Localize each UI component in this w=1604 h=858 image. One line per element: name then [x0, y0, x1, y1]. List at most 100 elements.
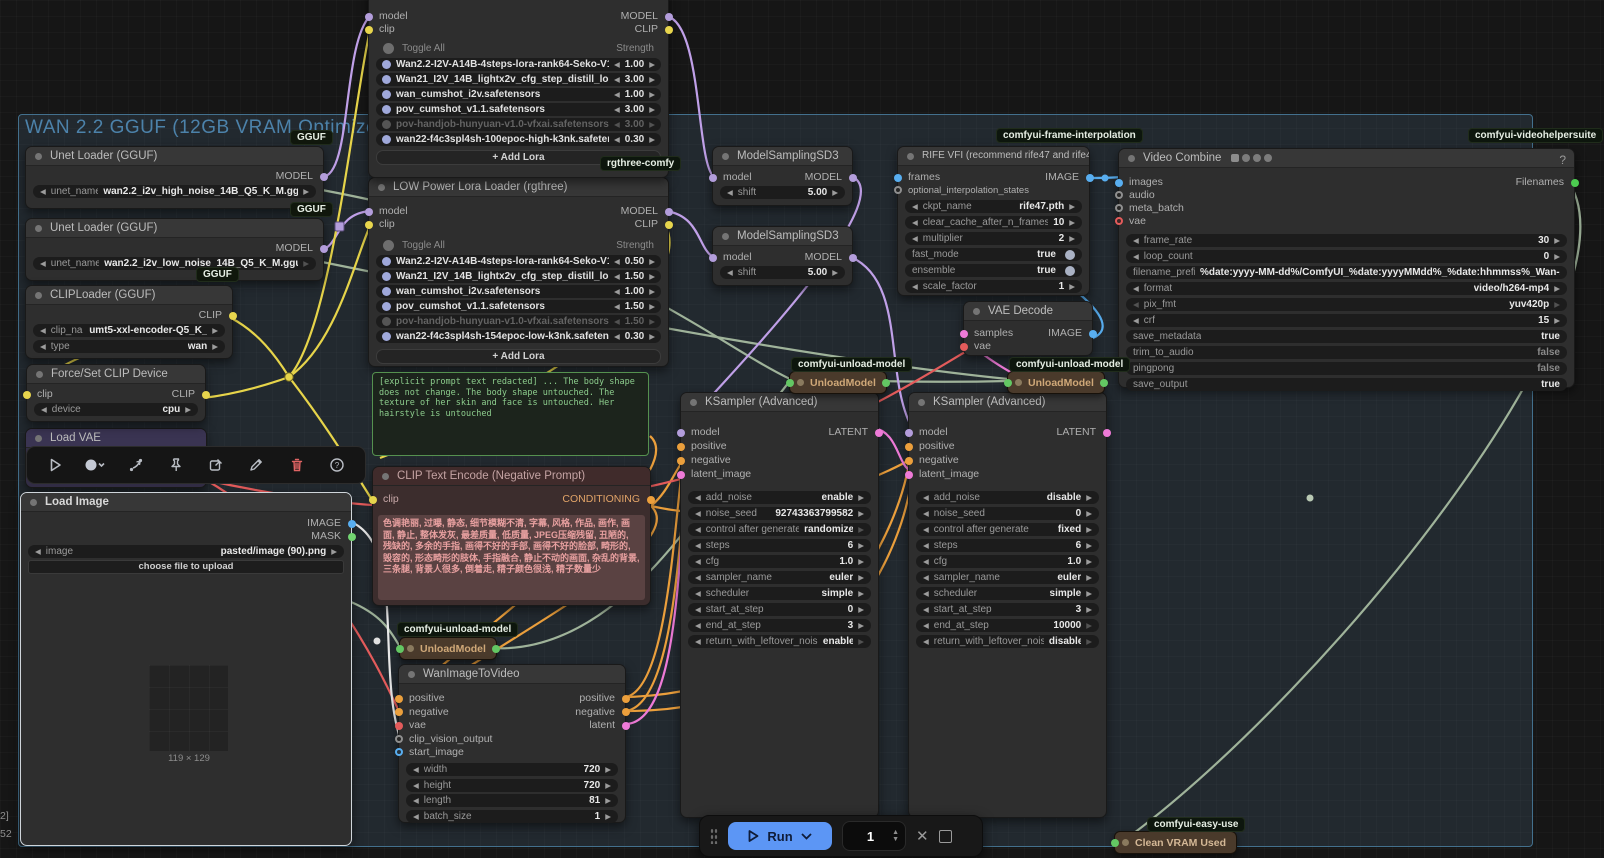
start-at-step-widget[interactable]: ◀start_at_step3▶: [916, 603, 1099, 616]
input-model-port[interactable]: [709, 254, 717, 262]
node-title[interactable]: Unet Loader (GGUF): [26, 147, 323, 166]
steps-widget[interactable]: ◀steps6▶: [916, 539, 1099, 552]
lora-toggle[interactable]: [382, 317, 391, 326]
output-clip-port[interactable]: [202, 391, 210, 399]
input-port[interactable]: [1111, 839, 1119, 847]
node-title[interactable]: Unet Loader (GGUF): [26, 219, 323, 238]
leftover-noise-widget[interactable]: ◀return_with_leftover_noiseenable▶: [688, 635, 871, 648]
trim-to-audio-toggle[interactable]: trim_to_audiofalse: [1126, 346, 1567, 359]
choose-file-button[interactable]: choose file to upload: [28, 560, 344, 574]
multiplier-widget[interactable]: ◀multiplier2▶: [905, 232, 1082, 245]
toggle-all-row[interactable]: Toggle All Strength: [369, 239, 668, 252]
lora-toggle[interactable]: [382, 105, 391, 114]
ensemble-toggle[interactable]: ensembletrue: [905, 264, 1082, 277]
node-video-combine[interactable]: Video Combine ? imagesFilenames audio me…: [1118, 148, 1575, 388]
input-model-port[interactable]: [365, 13, 373, 21]
lora-row[interactable]: pov_cumshot_v1.1.safetensors◀1.50▶: [376, 300, 661, 313]
lora-row[interactable]: wan22-f4c3spl4sh-100epoc-high-k3nk.safet…: [376, 133, 661, 146]
node-title[interactable]: LOW Power Lora Loader (rgthree): [369, 178, 668, 197]
save-metadata-toggle[interactable]: save_metadatatrue: [1126, 330, 1567, 343]
lora-row[interactable]: Wan2.2-I2V-A14B-4steps-lora-rank64-Seko-…: [376, 58, 661, 71]
frame-rate-widget[interactable]: ◀frame_rate30▶: [1126, 234, 1567, 247]
clip-type-widget[interactable]: ◀type wan▶: [33, 340, 225, 353]
lora-row[interactable]: wan_cumshot_i2v.safetensors◀1.00▶: [376, 88, 661, 101]
cancel-icon[interactable]: ✕: [916, 827, 929, 845]
sampler-name-widget[interactable]: ◀sampler_nameeuler▶: [688, 571, 871, 584]
input-model-port[interactable]: [365, 208, 373, 216]
lora-row-disabled[interactable]: pov-handjob-hunyuan-v1.0-vfxai.safetenso…: [376, 315, 661, 328]
input-negative-port[interactable]: [395, 708, 403, 716]
node-title[interactable]: KSampler (Advanced): [681, 393, 878, 412]
collapse-dot[interactable]: [1122, 839, 1129, 846]
output-clip-port[interactable]: [665, 26, 673, 34]
input-port[interactable]: [396, 645, 404, 653]
toggle-all-row[interactable]: Toggle All Strength: [369, 42, 668, 55]
pingpong-toggle[interactable]: pingpongfalse: [1126, 362, 1567, 375]
node-wan-image-to-video[interactable]: WanImageToVideo positivepositive negativ…: [398, 664, 626, 823]
input-model-port[interactable]: [905, 429, 913, 437]
loop-count-widget[interactable]: ◀loop_count0▶: [1126, 250, 1567, 263]
output-image-port[interactable]: [1089, 330, 1097, 338]
format-widget[interactable]: ◀formatvideo/h264-mp4▶: [1126, 282, 1567, 295]
output-latent-port[interactable]: [1103, 429, 1111, 437]
input-negative-port[interactable]: [677, 457, 685, 465]
node-vae-decode[interactable]: VAE Decode samples IMAGE vae: [963, 301, 1093, 356]
lora-toggle[interactable]: [382, 75, 391, 84]
group-title[interactable]: WAN 2.2 GGUF (12GB VRAM Optimized): [25, 117, 395, 139]
rename-pencil-icon[interactable]: [244, 453, 268, 477]
edit-frame-icon[interactable]: [204, 453, 228, 477]
input-vae-port[interactable]: [1115, 217, 1123, 225]
start-at-step-widget[interactable]: ◀start_at_step0▶: [688, 603, 871, 616]
lora-row[interactable]: Wan2.2-I2V-A14B-4steps-lora-rank64-Seko-…: [376, 255, 661, 268]
node-title[interactable]: CLIP Text Encode (Negative Prompt): [373, 467, 650, 486]
shift-widget[interactable]: ◀shift5.00▶: [720, 266, 845, 279]
noise-seed-widget[interactable]: ◀noise_seed0▶: [916, 507, 1099, 520]
input-meta-batch-port[interactable]: [1115, 204, 1123, 212]
lora-toggle[interactable]: [382, 120, 391, 129]
input-clip-port[interactable]: [365, 26, 373, 34]
add-noise-widget[interactable]: ◀add_noisedisable▶: [916, 491, 1099, 504]
node-force-clip-device[interactable]: Force/Set CLIP Device clip CLIP ◀device …: [26, 364, 206, 422]
node-unload-model-1[interactable]: UnloadModel: [399, 637, 497, 660]
collapse-dot[interactable]: [797, 379, 804, 386]
save-output-toggle[interactable]: save_outputtrue: [1126, 378, 1567, 391]
output-port[interactable]: [492, 645, 500, 653]
lora-toggle[interactable]: [382, 302, 391, 311]
node-title[interactable]: RIFE VFI (recommend rife47 and rife49): [898, 147, 1089, 166]
add-noise-widget[interactable]: ◀add_noiseenable▶: [688, 491, 871, 504]
unet-name-widget[interactable]: ◀unet_name wan2.2_i2v_low_noise_14B_Q5_K…: [33, 257, 316, 270]
stop-icon[interactable]: [939, 830, 952, 843]
bypass-icon[interactable]: [124, 453, 148, 477]
image-preview[interactable]: [149, 665, 228, 751]
scheduler-widget[interactable]: ◀schedulersimple▶: [916, 587, 1099, 600]
control-after-generate-widget[interactable]: ◀control after generaterandomize▶: [688, 523, 871, 536]
scale-factor-widget[interactable]: ◀scale_factor1▶: [905, 280, 1082, 293]
delete-trash-icon[interactable]: [285, 453, 309, 477]
output-positive-port[interactable]: [622, 695, 630, 703]
input-port[interactable]: [786, 379, 794, 387]
node-title[interactable]: ModelSamplingSD3: [713, 227, 852, 246]
clip-name-widget[interactable]: ◀clip_na ... umt5-xxl-encoder-Q5_K_M.ggu…: [33, 324, 225, 337]
leftover-noise-widget[interactable]: ◀return_with_leftover_noisedisable▶: [916, 635, 1099, 648]
node-title[interactable]: Force/Set CLIP Device: [27, 365, 205, 384]
node-title[interactable]: WanImageToVideo: [399, 665, 625, 684]
noise-seed-widget[interactable]: ◀noise_seed92743363799582▶: [688, 507, 871, 520]
node-title[interactable]: CLIPLoader (GGUF): [26, 286, 232, 305]
add-lora-button[interactable]: + Add Lora: [376, 349, 661, 364]
pin-icon[interactable]: [164, 453, 188, 477]
input-clip-vision-port[interactable]: [395, 735, 403, 743]
crf-widget[interactable]: ◀crf15▶: [1126, 314, 1567, 327]
device-widget[interactable]: ◀device cpu▶: [34, 403, 198, 416]
lora-toggle[interactable]: [382, 257, 391, 266]
toggle-all-circle[interactable]: [383, 43, 394, 54]
image-file-widget[interactable]: ◀image pasted/image (90).png▶: [28, 545, 344, 558]
lora-row[interactable]: wan22-f4c3spl4sh-154epoc-low-k3nk.safete…: [376, 330, 661, 343]
drag-handle-icon[interactable]: [710, 828, 718, 844]
pix-fmt-widget[interactable]: ◀pix_fmtyuv420p▶: [1126, 298, 1567, 311]
node-model-sampling-2[interactable]: ModelSamplingSD3 model MODEL ◀shift5.00▶: [712, 226, 853, 286]
input-model-port[interactable]: [709, 174, 717, 182]
fast-mode-toggle[interactable]: fast_modetrue: [905, 248, 1082, 261]
input-negative-port[interactable]: [905, 457, 913, 465]
length-widget[interactable]: ◀length81▶: [406, 794, 618, 807]
input-positive-port[interactable]: [677, 443, 685, 451]
